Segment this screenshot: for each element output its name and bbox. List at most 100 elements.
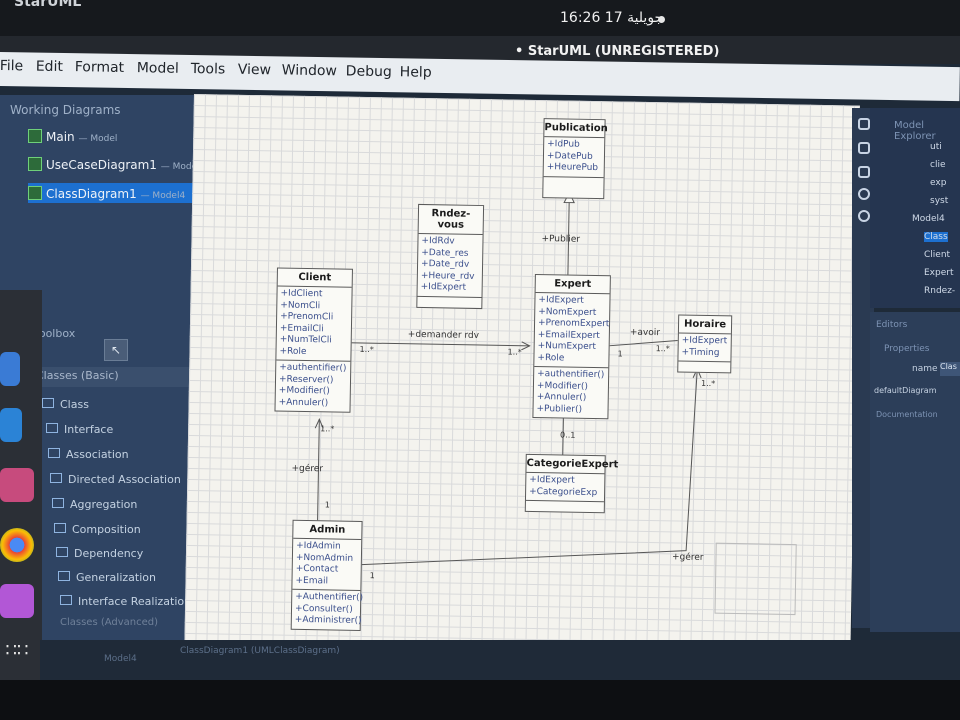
files-app-icon[interactable] — [0, 352, 20, 386]
toolbox-section-basic[interactable]: Classes (Basic)▲ — [30, 367, 206, 387]
diagram-meta: — Model — [78, 134, 118, 144]
attribute: +IdPub — [547, 139, 580, 150]
diagram-icon — [28, 129, 42, 143]
menu-view[interactable]: View — [238, 62, 271, 79]
class-categorie-expert[interactable]: CategorieExpert +IdExpert +CategorieExp — [524, 453, 618, 514]
attributes-compartment: +IdExpert +CategorieExp — [525, 472, 605, 503]
documentation-section[interactable]: Documentation — [876, 410, 938, 419]
tree-item[interactable]: Rndez- — [924, 286, 955, 296]
app-grid-icon[interactable]: ∷∷ — [0, 634, 34, 668]
attribute: +Contact — [295, 563, 339, 575]
directed-association-icon — [50, 473, 62, 483]
class-client[interactable]: Client +IdClient +NomCli +PrenomCli +Ema… — [274, 267, 353, 413]
window-title: • StarUML (UNREGISTERED) — [515, 44, 720, 59]
association-demander-rdv[interactable] — [348, 342, 530, 347]
tool-label: Composition — [72, 523, 141, 536]
menu-help[interactable]: Help — [400, 64, 432, 80]
chrome-app-icon[interactable] — [0, 528, 34, 562]
media-player-icon[interactable] — [0, 584, 34, 618]
attribute: +IdExpert — [529, 474, 575, 486]
select-tool-button[interactable]: ↖ — [104, 339, 128, 361]
class-name: Rndez-vous — [418, 204, 484, 236]
share-icon[interactable] — [858, 210, 870, 222]
class-name: Expert — [535, 274, 610, 295]
working-diagram-main[interactable]: Main — Model — [28, 129, 117, 144]
tool-generalization[interactable]: Generalization — [58, 571, 156, 584]
operation: +authentifier() — [279, 362, 347, 374]
navigate-icon[interactable] — [858, 188, 870, 200]
operations-compartment — [678, 361, 730, 372]
menu-window[interactable]: Window — [282, 62, 337, 79]
menu-tools[interactable]: Tools — [191, 61, 226, 78]
tree-item[interactable]: uti — [930, 142, 942, 152]
tree-item-model4[interactable]: Model4 — [912, 214, 945, 224]
operation: +Annuler() — [278, 397, 329, 408]
multiplicity: 1 — [324, 500, 331, 510]
minimap[interactable] — [714, 542, 797, 616]
attributes-compartment: +IdAdmin +NomAdmin +Contact +Email — [292, 538, 362, 591]
multiplicity: 1 — [617, 349, 623, 359]
class-expert[interactable]: Expert +IdExpert +NomExpert +PrenomExper… — [532, 273, 611, 420]
clock[interactable]: 16:26 17 جويلية — [560, 10, 663, 26]
staruml-app-icon[interactable] — [0, 468, 34, 502]
status-model[interactable]: Model4 — [104, 654, 137, 664]
extension-icon[interactable] — [858, 118, 870, 130]
name-field[interactable]: Clas — [940, 362, 960, 376]
working-diagrams-title: Working Diagrams — [10, 103, 121, 117]
keyboard-icon[interactable] — [858, 166, 870, 178]
operations-compartment — [543, 177, 603, 198]
composition-icon — [54, 523, 66, 533]
label-gerer-client: +gérer — [291, 463, 324, 475]
multiplicity: 1..* — [320, 424, 335, 434]
tool-dependency[interactable]: Dependency — [56, 547, 143, 560]
menu-file[interactable]: File — [0, 58, 23, 74]
editors-panel: Editors Properties name Clas defaultDiag… — [870, 312, 960, 632]
menu-edit[interactable]: Edit — [36, 59, 63, 75]
attribute: +Timing — [681, 347, 720, 358]
operation: +Publier() — [536, 403, 583, 415]
working-diagram-usecase[interactable]: UseCaseDiagram1 — Model3 — [28, 157, 205, 172]
tree-item[interactable]: Client — [924, 250, 950, 260]
tool-class[interactable]: Class — [42, 398, 89, 411]
class-admin[interactable]: Admin +IdAdmin +NomAdmin +Contact +Email… — [290, 519, 363, 631]
tool-label: Generalization — [76, 571, 156, 584]
label-publier: +Publier — [541, 234, 581, 245]
tree-item[interactable]: Expert — [924, 268, 954, 278]
tree-item[interactable]: clie — [930, 160, 946, 170]
operation: +authentifier() — [537, 369, 605, 381]
menu-model[interactable]: Model — [137, 60, 179, 77]
working-diagram-class[interactable]: ClassDiagram1 — Model4 — [28, 186, 185, 201]
tool-composition[interactable]: Composition — [54, 523, 141, 536]
status-bar: Model4 ClassDiagram1 (UMLClassDiagram) — [40, 640, 960, 680]
status-diagram[interactable]: ClassDiagram1 (UMLClassDiagram) — [180, 646, 340, 656]
app-menu[interactable]: StarUML — [14, 0, 81, 10]
tool-interface[interactable]: Interface — [46, 423, 113, 436]
tool-association[interactable]: Association — [48, 448, 129, 461]
attribute: +Role — [279, 346, 307, 357]
operations-compartment — [417, 296, 481, 307]
tool-aggregation[interactable]: Aggregation — [52, 498, 137, 511]
class-horaire[interactable]: Horaire +IdExpert +Timing — [677, 314, 733, 374]
tree-item-selected[interactable]: Class — [924, 232, 948, 242]
tool-interface-realization[interactable]: Interface Realization — [60, 595, 191, 608]
tool-directed-association[interactable]: Directed Association — [50, 473, 181, 486]
menu-debug[interactable]: Debug — [346, 63, 392, 80]
attribute: +IdExpert — [681, 335, 728, 347]
diagram-label: UseCaseDiagram1 — [46, 158, 157, 172]
class-publication[interactable]: Publication +IdPub +DatePub +HeurePub — [542, 118, 608, 199]
label-gerer-horaire: +gérer — [671, 552, 704, 563]
menu-format[interactable]: Format — [75, 59, 125, 76]
tree-item[interactable]: exp — [930, 178, 946, 188]
attributes-compartment: +IdRdv +Date_res +Date_rdv +Heure_rdv +I… — [417, 233, 483, 298]
toolbox-section-advanced[interactable]: Classes (Advanced) — [60, 617, 158, 628]
section-label: Classes (Basic) — [36, 369, 119, 382]
properties-section[interactable]: Properties — [884, 344, 929, 354]
tree-item[interactable]: syst — [930, 196, 948, 206]
attribute: +HeurePub — [546, 162, 599, 174]
multiplicity: 0..1 — [560, 430, 576, 440]
layout-icon[interactable] — [858, 142, 870, 154]
class-rendez-vous[interactable]: Rndez-vous +IdRdv +Date_res +Date_rdv +H… — [416, 203, 485, 309]
vscode-app-icon[interactable] — [0, 408, 22, 442]
diagram-canvas[interactable]: Publication +IdPub +DatePub +HeurePub Rn… — [184, 94, 860, 654]
default-diagram-label: defaultDiagram — [874, 386, 937, 395]
